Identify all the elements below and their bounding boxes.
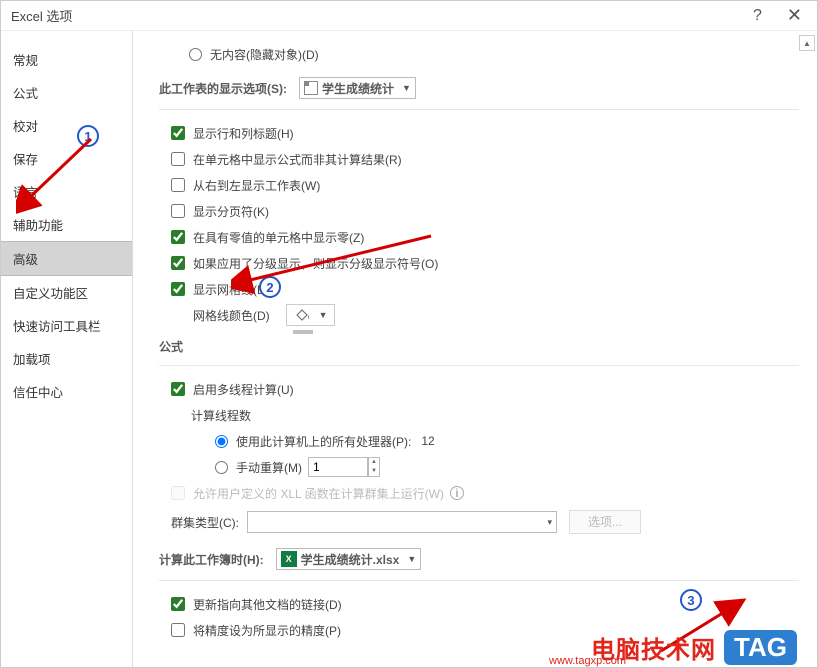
watermark-sub: www.tagxp.com — [549, 655, 626, 667]
update-links-checkbox[interactable] — [171, 597, 185, 611]
help-icon[interactable]: ? — [753, 7, 762, 25]
section-formulas: 公式 — [159, 330, 799, 366]
sidebar-item-accessibility[interactable]: 辅助功能 — [1, 208, 132, 241]
sheet-select-value: 学生成绩统计 — [322, 80, 394, 97]
rtl-sheet-label: 从右到左显示工作表(W) — [193, 177, 320, 194]
section-calc-workbook-label: 计算此工作簿时(H): — [159, 551, 264, 568]
section-formulas-label: 公式 — [159, 338, 183, 355]
worksheet-icon — [304, 81, 318, 95]
multithread-label: 启用多线程计算(U) — [193, 381, 294, 398]
sidebar: 常规 公式 校对 保存 语言 辅助功能 高级 自定义功能区 快速访问工具栏 加载… — [1, 31, 133, 667]
content-pane: 无内容(隐藏对象)(D) 此工作表的显示选项(S): 学生成绩统计 ▼ 显示行和… — [133, 31, 817, 667]
gridline-color-button[interactable]: ▼ — [286, 304, 335, 326]
show-gridlines-label: 显示网格线(D) — [193, 281, 270, 298]
workbook-select-value: 学生成绩统计.xlsx — [301, 551, 400, 568]
sheet-select[interactable]: 学生成绩统计 ▼ — [299, 77, 416, 99]
precision-as-displayed-label: 将精度设为所显示的精度(P) — [193, 622, 341, 639]
color-swatch — [293, 330, 313, 334]
sidebar-item-proofing[interactable]: 校对 — [1, 109, 132, 142]
info-icon[interactable]: i — [450, 486, 464, 500]
sidebar-item-language[interactable]: 语言 — [1, 175, 132, 208]
show-outline-checkbox[interactable] — [171, 256, 185, 270]
processor-count: 12 — [421, 434, 434, 448]
page-breaks-checkbox[interactable] — [171, 204, 185, 218]
page-breaks-label: 显示分页符(K) — [193, 203, 269, 220]
section-calc-workbook: 计算此工作簿时(H): X 学生成绩统计.xlsx ▼ — [159, 540, 799, 581]
annotation-badge-1: 1 — [77, 125, 99, 147]
rtl-sheet-checkbox[interactable] — [171, 178, 185, 192]
show-formulas-checkbox[interactable] — [171, 152, 185, 166]
window-title: Excel 选项 — [11, 6, 753, 25]
excel-file-icon: X — [281, 551, 297, 567]
annotation-badge-3: 3 — [680, 589, 702, 611]
chevron-down-icon: ▼ — [319, 310, 328, 320]
annotation-badge-2: 2 — [259, 276, 281, 298]
hide-objects-radio-row: 无内容(隐藏对象)(D) — [189, 43, 799, 65]
close-icon[interactable]: ✕ — [782, 5, 807, 26]
sidebar-item-save[interactable]: 保存 — [1, 142, 132, 175]
section-display-sheet: 此工作表的显示选项(S): 学生成绩统计 ▼ — [159, 69, 799, 110]
sidebar-item-general[interactable]: 常规 — [1, 43, 132, 76]
use-all-processors-label: 使用此计算机上的所有处理器(P): — [236, 433, 411, 450]
gridline-color-label: 网格线颜色(D) — [193, 307, 270, 324]
threads-label: 计算线程数 — [191, 407, 251, 424]
show-rowcol-heading-label: 显示行和列标题(H) — [193, 125, 294, 142]
update-links-label: 更新指向其他文档的链接(D) — [193, 596, 342, 613]
show-rowcol-heading-checkbox[interactable] — [171, 126, 185, 140]
use-all-processors-radio[interactable] — [215, 435, 228, 448]
manual-threads-radio[interactable] — [215, 461, 228, 474]
show-gridlines-checkbox[interactable] — [171, 282, 185, 296]
sidebar-item-advanced[interactable]: 高级 — [1, 241, 132, 276]
show-zeros-label: 在具有零值的单元格中显示零(Z) — [193, 229, 364, 246]
sidebar-item-addins[interactable]: 加载项 — [1, 342, 132, 375]
title-bar: Excel 选项 ? ✕ — [1, 1, 817, 31]
sidebar-item-qat[interactable]: 快速访问工具栏 — [1, 309, 132, 342]
multithread-checkbox[interactable] — [171, 382, 185, 396]
watermark: 电脑技术网 www.tagxp.com TAG — [591, 630, 797, 665]
workbook-select[interactable]: X 学生成绩统计.xlsx ▼ — [276, 548, 422, 570]
chevron-down-icon: ▾ — [547, 517, 552, 528]
sidebar-item-customize-ribbon[interactable]: 自定义功能区 — [1, 276, 132, 309]
hide-objects-label: 无内容(隐藏对象)(D) — [210, 46, 319, 63]
udf-cluster-label: 允许用户定义的 XLL 函数在计算群集上运行(W) — [193, 485, 444, 502]
section-display-sheet-label: 此工作表的显示选项(S): — [159, 80, 287, 97]
sidebar-item-trust-center[interactable]: 信任中心 — [1, 375, 132, 408]
threads-spinner[interactable]: ▲▼ — [368, 457, 380, 477]
precision-as-displayed-checkbox[interactable] — [171, 623, 185, 637]
sidebar-item-formulas[interactable]: 公式 — [1, 76, 132, 109]
udf-cluster-checkbox — [171, 486, 185, 500]
watermark-tag: TAG — [724, 630, 797, 665]
scroll-up-button[interactable]: ▲ — [799, 35, 815, 51]
show-zeros-checkbox[interactable] — [171, 230, 185, 244]
manual-threads-label: 手动重算(M) — [236, 459, 302, 476]
cluster-type-label: 群集类型(C): — [171, 514, 239, 531]
chevron-down-icon: ▼ — [407, 554, 416, 564]
chevron-down-icon: ▼ — [402, 83, 411, 93]
show-outline-label: 如果应用了分级显示，则显示分级显示符号(O) — [193, 255, 438, 272]
cluster-type-select: ▾ — [247, 511, 557, 533]
paint-bucket-icon — [293, 307, 313, 321]
show-formulas-label: 在单元格中显示公式而非其计算结果(R) — [193, 151, 402, 168]
hide-objects-radio[interactable] — [189, 48, 202, 61]
cluster-options-button: 选项... — [569, 510, 641, 534]
manual-threads-input[interactable] — [308, 457, 368, 477]
